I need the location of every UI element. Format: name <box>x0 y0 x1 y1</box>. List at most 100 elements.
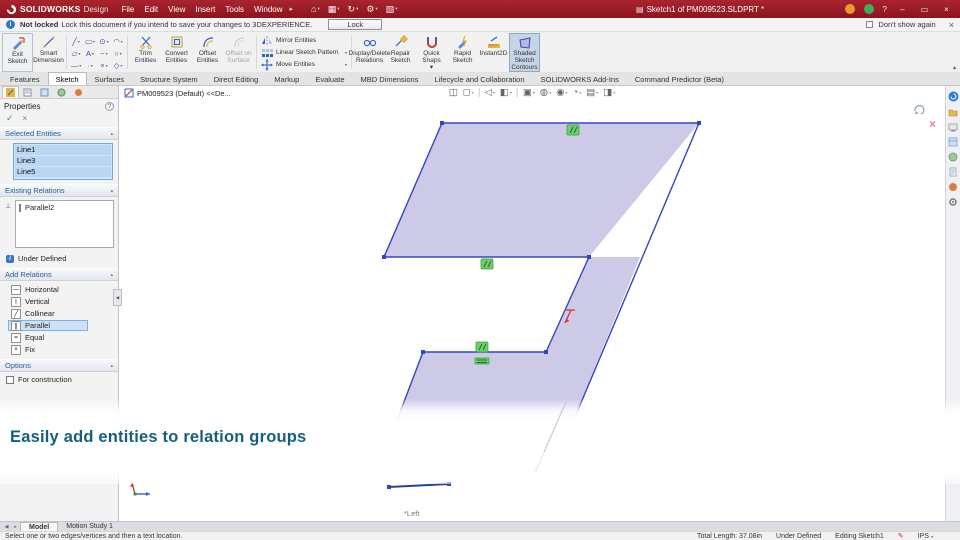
list-item[interactable]: Line1 <box>15 145 111 155</box>
polygon-tool-icon[interactable]: ▱ <box>69 47 83 59</box>
feature-breadcrumb[interactable]: PM009523 (Default) <<De... <box>124 88 231 98</box>
close-button[interactable]: × <box>940 5 953 14</box>
caret-down-icon[interactable] <box>345 50 347 55</box>
linear-sketch-pattern-button[interactable]: Linear Sketch Pattern <box>261 47 347 58</box>
section-add-relations[interactable]: Add Relations <box>0 268 118 281</box>
dont-show-again-checkbox[interactable] <box>866 21 874 28</box>
arc-tool-icon[interactable]: ◠ <box>111 35 125 47</box>
ok-button[interactable]: ✓ <box>6 113 14 124</box>
mirror-entities-button[interactable]: Mirror Entities <box>261 35 347 46</box>
for-construction-checkbox[interactable] <box>6 375 14 384</box>
erase-tool-icon[interactable]: × <box>97 59 111 71</box>
tab-mbd-dimensions[interactable]: MBD Dimensions <box>353 72 427 85</box>
propertymanager-tab[interactable] <box>2 86 19 98</box>
menu-window[interactable]: Window <box>249 3 287 16</box>
panel-collapse-handle[interactable]: ◀ <box>113 289 122 306</box>
chevron-up-icon[interactable] <box>111 188 113 194</box>
relations-filter-icon[interactable]: ⊥ <box>3 200 13 248</box>
section-options[interactable]: Options <box>0 359 118 372</box>
zoom-fit-icon[interactable]: ◫ <box>449 87 458 98</box>
edit-appearance-icon[interactable]: ◔ <box>573 87 582 98</box>
relation-vertical-button[interactable]: | Vertical <box>8 296 88 307</box>
tab-evaluate[interactable]: Evaluate <box>307 72 352 85</box>
fillet-tool-icon[interactable]: ◇ <box>111 59 125 71</box>
tab-sketch[interactable]: Sketch <box>47 72 87 85</box>
chevron-up-icon[interactable] <box>111 131 113 137</box>
relation-parallel-button[interactable]: ∥ Parallel <box>8 320 88 331</box>
display-style-icon[interactable]: ◍ <box>540 87 551 98</box>
shaded-sketch-contours-button[interactable]: Shaded Sketch Contours <box>509 33 540 72</box>
selected-entities-listbox[interactable]: Line1 Line3 Line5 <box>13 143 113 180</box>
menu-insert[interactable]: Insert <box>190 3 220 16</box>
user-avatar[interactable] <box>863 4 874 14</box>
chevron-up-icon[interactable] <box>111 272 113 278</box>
apps-icon[interactable]: ▦ <box>328 4 340 15</box>
list-item[interactable]: ∥ Parallel2 <box>18 202 111 212</box>
tab-model[interactable]: Model <box>20 522 59 531</box>
rapid-sketch-button[interactable]: Rapid Sketch <box>447 33 478 72</box>
hide-items-icon[interactable]: ◉ <box>556 87 567 98</box>
cancel-button[interactable]: × <box>23 114 28 123</box>
editing-state[interactable]: Editing Sketch1 <box>835 533 884 540</box>
existing-relations-listbox[interactable]: ∥ Parallel2 <box>15 200 114 248</box>
menu-tools[interactable]: Tools <box>220 3 249 16</box>
maximize-button[interactable]: ▭ <box>918 5 931 14</box>
tab-surfaces[interactable]: Surfaces <box>87 72 133 85</box>
custom-properties-icon[interactable] <box>948 167 958 177</box>
previous-view-icon[interactable]: ◁ <box>485 87 495 98</box>
forum-icon[interactable] <box>948 182 958 192</box>
instant2d-button[interactable]: Instant2D <box>478 33 509 72</box>
view-orientation-icon[interactable]: ▣ <box>523 87 535 98</box>
share-icon[interactable]: ▧ <box>386 4 398 15</box>
relation-collinear-button[interactable]: ╱ Collinear <box>8 308 88 319</box>
convert-entities-button[interactable]: Convert Entities <box>161 33 192 72</box>
settings-icon[interactable]: ⚙ <box>366 4 377 15</box>
offset-entities-button[interactable]: Offset Entities <box>192 33 223 72</box>
menu-pin-icon[interactable]: ▸ <box>290 5 294 13</box>
refresh-icon[interactable]: ↻ <box>348 4 359 15</box>
display-delete-relations-button[interactable]: Display/Delete Relations <box>349 33 390 72</box>
displaymanager-tab[interactable] <box>70 86 87 98</box>
quick-snaps-button[interactable]: Quick Snaps <box>416 33 447 72</box>
help-icon[interactable]: ? <box>105 102 114 111</box>
view-settings-icon[interactable]: ◨ <box>603 87 615 98</box>
collapse-ribbon-icon[interactable]: ▴ <box>953 64 956 71</box>
tab-structure-system[interactable]: Structure System <box>132 72 206 85</box>
tab-markup[interactable]: Markup <box>266 72 307 85</box>
3dexperience-icon[interactable] <box>948 91 959 102</box>
relation-fix-button[interactable]: × Fix <box>8 344 88 355</box>
point-tool-icon[interactable]: · <box>83 59 97 71</box>
menu-file[interactable]: File <box>116 3 139 16</box>
section-view-icon[interactable]: ◧ <box>500 87 512 98</box>
relation-equal-button[interactable]: = Equal <box>8 332 88 343</box>
file-explorer-icon[interactable] <box>948 122 958 132</box>
tab-solidworks-addins[interactable]: SOLIDWORKS Add-Ins <box>533 72 627 85</box>
minimize-button[interactable]: – <box>896 5 909 14</box>
rectangle-tool-icon[interactable]: ▭ <box>83 35 97 47</box>
circle-tool-icon[interactable]: ⊙ <box>97 35 111 47</box>
confirmation-exit-sketch-icon[interactable] <box>912 101 925 116</box>
help-icon[interactable]: ? <box>883 5 887 14</box>
caret-down-icon[interactable] <box>345 62 347 67</box>
tab-motion-study[interactable]: Motion Study 1 <box>58 522 121 531</box>
settings-gear-icon[interactable] <box>948 197 958 207</box>
confirmation-cancel-icon[interactable]: × <box>929 117 936 131</box>
tab-lifecycle-collaboration[interactable]: Lifecycle and Collaboration <box>426 72 532 85</box>
scroll-tabs-left-icon[interactable]: ◀ <box>2 522 11 531</box>
section-selected-entities[interactable]: Selected Entities <box>0 127 118 140</box>
smart-dimension-button[interactable]: Smart Dimension <box>33 33 64 72</box>
move-entities-button[interactable]: Move Entities <box>261 58 347 71</box>
ellipse-tool-icon[interactable]: ○ <box>111 47 125 59</box>
exit-sketch-button[interactable]: Exit Sketch <box>2 33 33 72</box>
list-item[interactable]: Line5 <box>15 167 111 177</box>
lock-button[interactable]: Lock <box>328 19 383 30</box>
caret-down-icon[interactable] <box>430 64 433 71</box>
featuremanager-tab[interactable] <box>19 86 36 98</box>
home-icon[interactable]: ⌂ <box>311 4 320 14</box>
list-item[interactable]: Line3 <box>15 156 111 166</box>
trim-entities-button[interactable]: Trim Entities <box>130 33 161 72</box>
notifications-icon[interactable] <box>844 4 855 14</box>
line-tool-icon[interactable]: ╱ <box>69 35 83 47</box>
text-tool-icon[interactable]: A <box>83 47 97 59</box>
tab-command-predictor[interactable]: Command Predictor (Beta) <box>627 72 732 85</box>
